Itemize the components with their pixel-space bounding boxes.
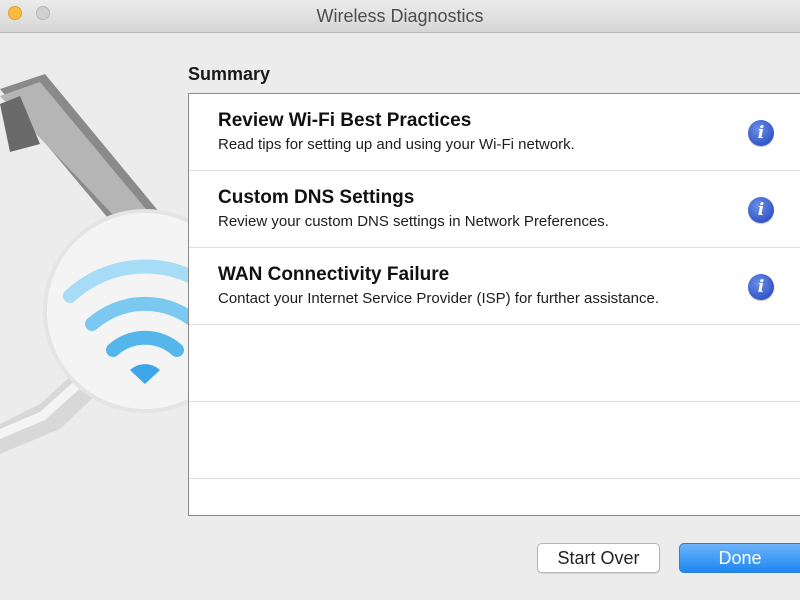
summary-item-title: WAN Connectivity Failure — [218, 264, 450, 285]
summary-list: Review Wi-Fi Best Practices Read tips fo… — [188, 93, 800, 516]
summary-item[interactable]: Custom DNS Settings Review your custom D… — [189, 171, 800, 248]
summary-item-description: Review your custom DNS settings in Netwo… — [218, 213, 609, 230]
done-button[interactable]: Done — [679, 543, 800, 573]
empty-row — [189, 325, 800, 402]
summary-item-title: Review Wi-Fi Best Practices — [218, 110, 472, 131]
info-icon[interactable]: i — [748, 197, 774, 223]
summary-item[interactable]: Review Wi-Fi Best Practices Read tips fo… — [189, 94, 800, 171]
info-icon[interactable]: i — [748, 120, 774, 146]
empty-row — [189, 402, 800, 479]
title-bar: Wireless Diagnostics — [0, 0, 800, 33]
summary-item-description: Read tips for setting up and using your … — [218, 136, 575, 153]
window-title: Wireless Diagnostics — [316, 6, 484, 26]
summary-heading: Summary — [188, 64, 271, 84]
summary-item-description: Contact your Internet Service Provider (… — [218, 290, 660, 307]
info-icon[interactable]: i — [748, 274, 774, 300]
summary-item-title: Custom DNS Settings — [218, 187, 415, 208]
summary-item[interactable]: WAN Connectivity Failure Contact your In… — [189, 248, 800, 325]
start-over-button[interactable]: Start Over — [537, 543, 660, 573]
